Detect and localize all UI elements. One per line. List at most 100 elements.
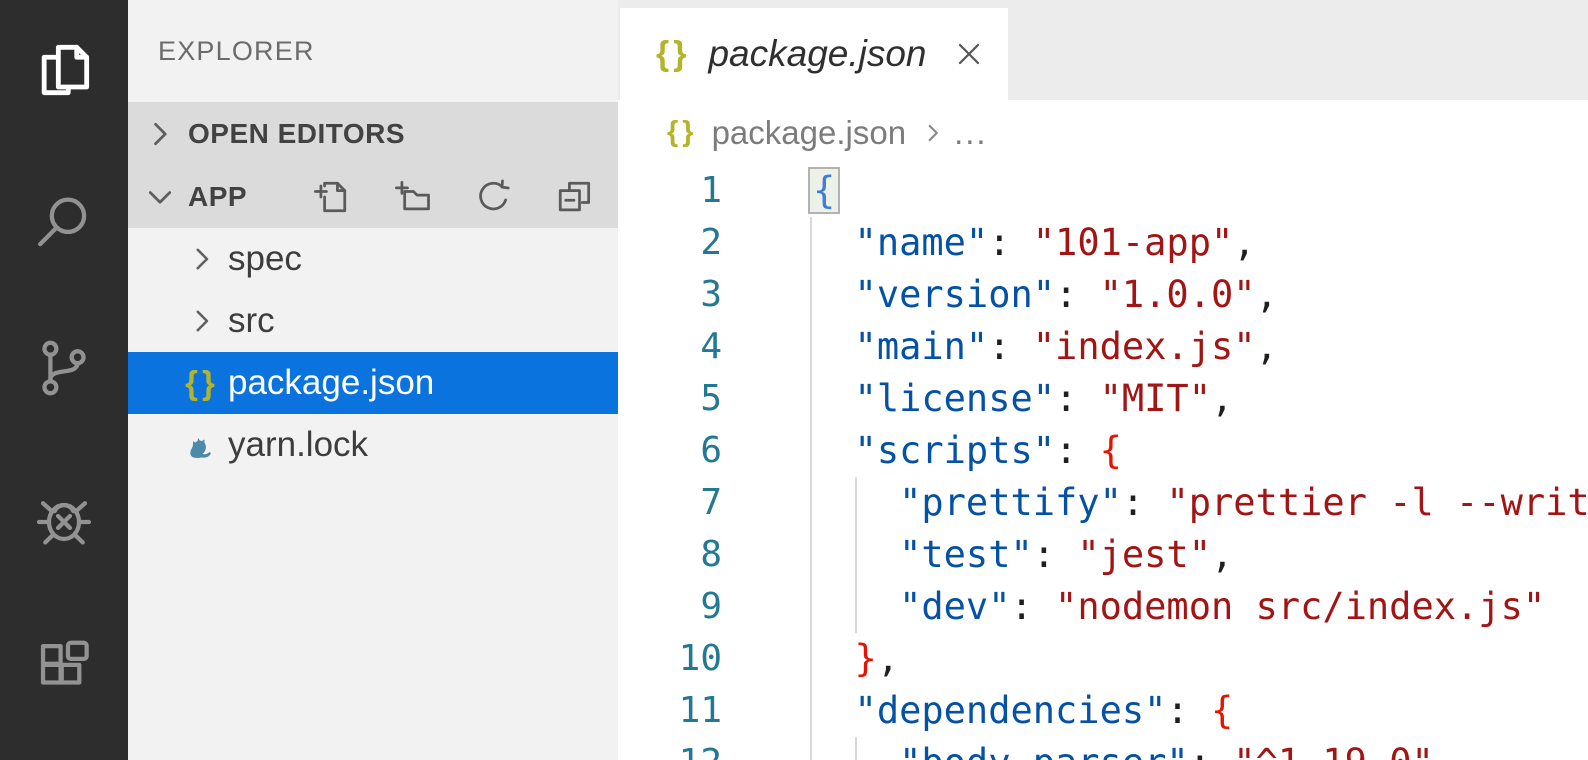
- breadcrumb: {} package.json ...: [618, 100, 1588, 165]
- tree-item-yarn-lock[interactable]: yarn.lock: [128, 414, 618, 476]
- code-token: :: [1122, 481, 1167, 524]
- code-token: }: [810, 637, 877, 680]
- line-number: 1: [618, 165, 722, 217]
- indent-guide: [810, 633, 812, 685]
- chevron-down-icon: [142, 179, 178, 215]
- sidebar-section-headers: OPEN EDITORS APP: [128, 102, 618, 228]
- code-line[interactable]: "version": "1.0.0",: [810, 269, 1588, 321]
- explorer-toolbar: [309, 165, 596, 228]
- code-token: "1.0.0": [1100, 273, 1256, 316]
- line-number: 3: [618, 269, 722, 321]
- line-number: 8: [618, 529, 722, 581]
- code-token: ,: [1211, 377, 1233, 420]
- line-number: 5: [618, 373, 722, 425]
- code-token: "dependencies": [810, 689, 1166, 732]
- code-token: "main": [810, 325, 988, 368]
- code-line[interactable]: "dependencies": {: [810, 685, 1588, 737]
- line-number: 12: [618, 737, 722, 760]
- new-folder-button[interactable]: [390, 175, 434, 219]
- chevron-right-icon: [184, 303, 220, 339]
- indent-guide: [810, 269, 812, 321]
- code-token: :: [1055, 377, 1100, 420]
- collapse-folders-button[interactable]: [552, 175, 596, 219]
- matched-bracket-highlight: {: [810, 169, 838, 212]
- activity-debug[interactable]: [0, 462, 128, 574]
- code-token: "101-app": [1033, 221, 1233, 264]
- code-line[interactable]: "name": "101-app",: [810, 217, 1588, 269]
- line-number: 11: [618, 685, 722, 737]
- files-icon: [30, 36, 98, 104]
- code-line[interactable]: },: [810, 633, 1588, 685]
- code-token: ,: [1211, 533, 1233, 576]
- breadcrumb-file[interactable]: package.json: [712, 114, 906, 152]
- code-lines: { "name": "101-app", "version": "1.0.0",…: [810, 165, 1588, 760]
- refresh-button[interactable]: [471, 175, 515, 219]
- chevron-right-icon: [920, 120, 946, 146]
- chevron-right-icon: [184, 241, 220, 277]
- activity-explorer[interactable]: [0, 14, 128, 126]
- activity-search[interactable]: [0, 166, 128, 278]
- sidebar-title: EXPLORER: [128, 0, 618, 102]
- code-line[interactable]: "test": "jest",: [810, 529, 1588, 581]
- code-token: {: [1211, 689, 1233, 732]
- code-editor[interactable]: 123456789101112 { "name": "101-app", "ve…: [618, 165, 1588, 760]
- code-line[interactable]: "scripts": {: [810, 425, 1588, 477]
- tab-label: package.json: [708, 33, 926, 75]
- line-number: 6: [618, 425, 722, 477]
- code-token: "^1.19.0": [1233, 741, 1433, 760]
- indent-guide: [810, 321, 812, 373]
- tree-item-label: package.json: [228, 363, 434, 403]
- tree-item-spec[interactable]: spec: [128, 228, 618, 290]
- tab-package-json[interactable]: {} package.json: [620, 8, 1008, 100]
- indent-guide: [810, 581, 812, 633]
- section-app-folder[interactable]: APP: [128, 165, 618, 228]
- collapse-all-icon: [552, 175, 596, 219]
- indent-guide: [810, 373, 812, 425]
- line-number: 9: [618, 581, 722, 633]
- code-token: :: [1055, 429, 1100, 472]
- code-token: ,: [1233, 221, 1255, 264]
- line-number: 2: [618, 217, 722, 269]
- close-tab-icon[interactable]: [951, 36, 987, 72]
- line-number-gutter: 123456789101112: [618, 165, 722, 760]
- line-number: 7: [618, 477, 722, 529]
- file-tree: spec src {} package.json yarn.lock: [128, 228, 618, 476]
- line-number: 4: [618, 321, 722, 373]
- chevron-right-icon: [142, 116, 178, 152]
- indent-guide: [810, 425, 812, 477]
- code-token: :: [1010, 585, 1055, 628]
- refresh-icon: [471, 175, 515, 219]
- code-line[interactable]: "main": "index.js",: [810, 321, 1588, 373]
- editor-group: {} package.json {} package.json ... 1234…: [618, 0, 1588, 760]
- code-token: ,: [877, 637, 899, 680]
- code-token: "name": [810, 221, 988, 264]
- new-folder-icon: [390, 175, 434, 219]
- search-icon: [30, 188, 98, 256]
- code-token: :: [1033, 533, 1078, 576]
- tree-item-src[interactable]: src: [128, 290, 618, 352]
- activity-extensions[interactable]: [0, 612, 128, 724]
- activity-source-control[interactable]: [0, 312, 128, 424]
- code-line[interactable]: "dev": "nodemon src/index.js": [810, 581, 1588, 633]
- tree-item-package-json[interactable]: {} package.json: [128, 352, 618, 414]
- breadcrumb-more[interactable]: ...: [954, 114, 988, 152]
- code-token: "prettify": [810, 481, 1122, 524]
- indent-guide: [810, 217, 812, 269]
- extensions-icon: [30, 634, 98, 702]
- json-file-icon: {}: [667, 116, 698, 149]
- code-token: "index.js": [1033, 325, 1256, 368]
- indent-guide: [810, 529, 812, 581]
- code-line[interactable]: {: [810, 165, 1588, 217]
- line-number: 10: [618, 633, 722, 685]
- code-line[interactable]: "license": "MIT",: [810, 373, 1588, 425]
- indent-guide: [810, 477, 812, 529]
- code-line[interactable]: "body-parser": "^1.19.0": [810, 737, 1588, 760]
- code-token: :: [1055, 273, 1100, 316]
- indent-guide: [810, 685, 812, 737]
- code-token: "license": [810, 377, 1055, 420]
- code-token: "scripts": [810, 429, 1055, 472]
- code-line[interactable]: "prettify": "prettier -l --write \: [810, 477, 1588, 529]
- section-open-editors[interactable]: OPEN EDITORS: [128, 102, 618, 165]
- new-file-button[interactable]: [309, 175, 353, 219]
- code-token: "version": [810, 273, 1055, 316]
